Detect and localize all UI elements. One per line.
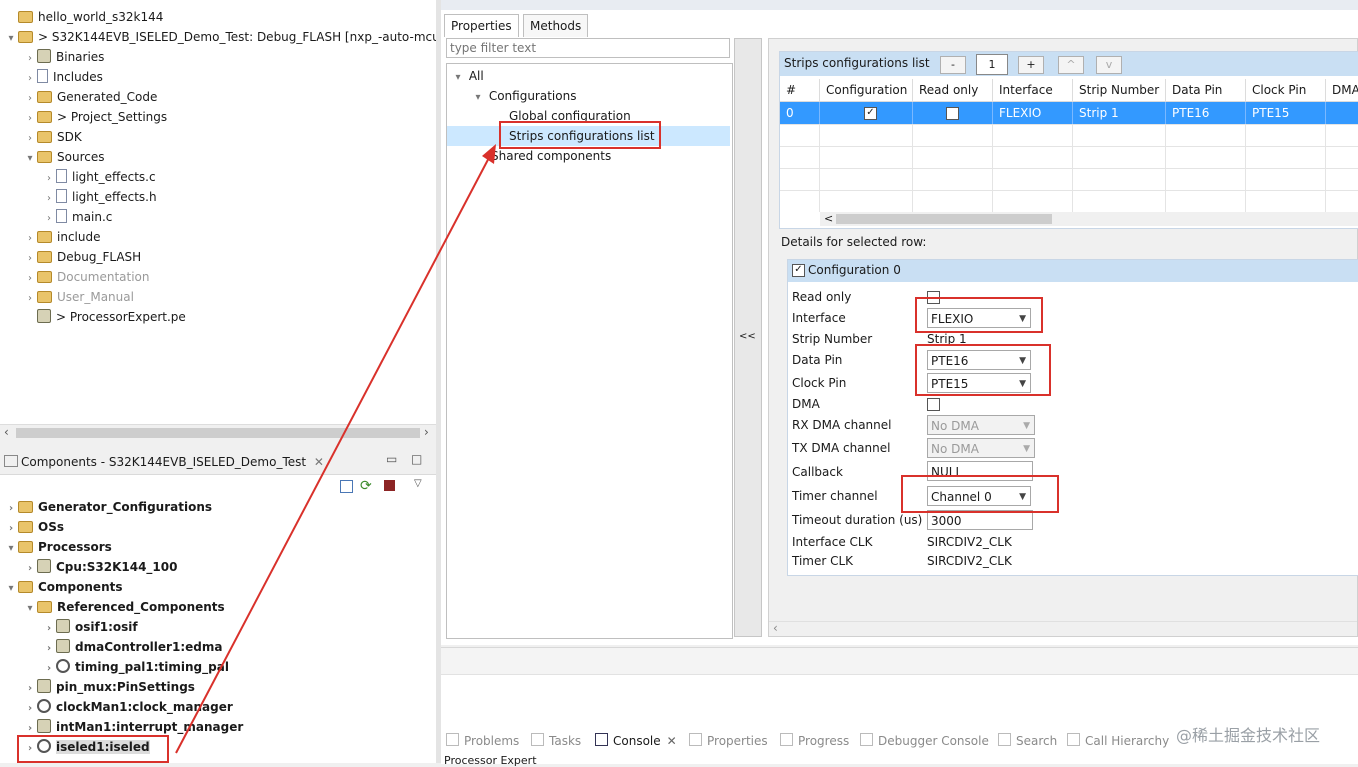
annotation-arrow [175, 144, 496, 754]
